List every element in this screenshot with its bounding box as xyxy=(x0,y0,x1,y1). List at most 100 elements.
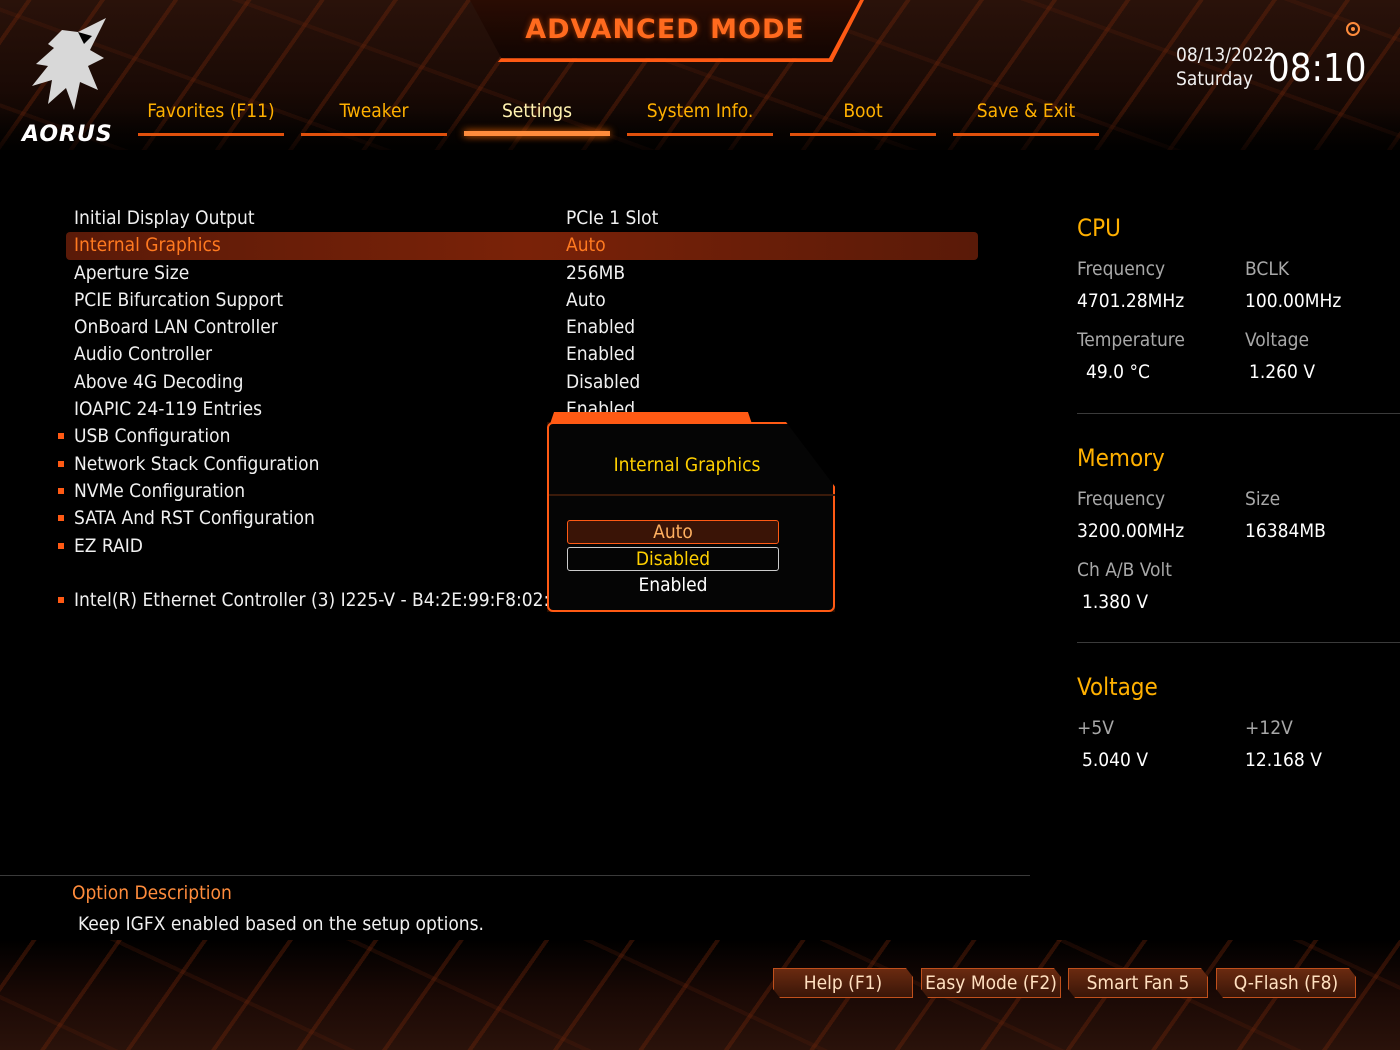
setting-row-audio-controller[interactable]: Audio Controller Enabled xyxy=(66,341,978,368)
submenu-nvme-configuration[interactable]: NVMe Configuration xyxy=(58,478,978,505)
page-title: ADVANCED MODE xyxy=(525,14,805,45)
setting-label: IOAPIC 24-119 Entries xyxy=(74,398,263,421)
setting-value[interactable]: 256MB xyxy=(566,262,625,284)
tab-underline xyxy=(627,133,773,136)
setting-row-pcie-bifurcation[interactable]: PCIE Bifurcation Support Auto xyxy=(66,287,978,314)
tab-underline xyxy=(464,131,610,136)
setting-label: Above 4G Decoding xyxy=(74,370,244,393)
submenu-ez-raid[interactable]: EZ RAID xyxy=(58,533,978,560)
hardware-monitor: CPU Frequency BCLK 4701.28MHz 100.00MHz … xyxy=(1077,210,1400,789)
aorus-logo-text: AORUS xyxy=(22,122,113,147)
option-enabled[interactable]: Enabled xyxy=(567,574,779,598)
tab-tweaker[interactable]: Tweaker xyxy=(301,98,447,136)
memory-frequency-value: 3200.00MHz xyxy=(1077,520,1185,542)
cpu-bclk-value: 100.00MHz xyxy=(1245,290,1342,312)
settings-list: Initial Display Output PCIe 1 Slot Intern… xyxy=(58,205,978,614)
setting-row-onboard-lan[interactable]: OnBoard LAN Controller Enabled xyxy=(66,314,978,341)
memory-section: Memory Frequency Size 3200.00MHz 16384MB… xyxy=(1077,440,1400,669)
cpu-title: CPU xyxy=(1077,214,1121,242)
tab-save-exit[interactable]: Save & Exit xyxy=(953,98,1099,136)
setting-row-internal-graphics[interactable]: Internal Graphics Auto xyxy=(66,232,978,260)
setting-label: Internal Graphics xyxy=(74,234,221,257)
submenu-bullet-icon xyxy=(58,460,64,467)
setting-value[interactable]: Auto xyxy=(566,234,606,256)
submenu-label: Intel(R) Ethernet Controller (3) I225-V … xyxy=(74,589,572,612)
date-display: 08/13/2022 xyxy=(1176,44,1275,66)
cpu-frequency-label: Frequency xyxy=(1077,258,1166,280)
tab-label: Tweaker xyxy=(339,100,409,122)
cpu-voltage-label: Voltage xyxy=(1245,329,1309,351)
memory-frequency-label: Frequency xyxy=(1077,488,1166,510)
submenu-bullet-icon xyxy=(58,515,64,522)
tab-underline xyxy=(301,133,447,136)
voltage-12v-value: 12.168 V xyxy=(1245,749,1322,771)
cpu-temperature-value: 49.0 °C xyxy=(1086,361,1150,383)
memory-volt-value: 1.380 V xyxy=(1082,591,1149,613)
voltage-title: Voltage xyxy=(1077,673,1158,701)
tab-favorites[interactable]: Favorites (F11) xyxy=(138,98,284,136)
setting-value[interactable]: Enabled xyxy=(566,343,635,365)
setting-value[interactable]: Disabled xyxy=(566,371,640,393)
voltage-5v-value: 5.040 V xyxy=(1082,749,1149,771)
setting-value[interactable]: Enabled xyxy=(566,316,635,338)
tab-boot[interactable]: Boot xyxy=(790,98,936,136)
option-description-text: Keep IGFX enabled based on the setup opt… xyxy=(78,913,484,935)
submenu-usb-configuration[interactable]: USB Configuration xyxy=(58,423,978,450)
popup-separator xyxy=(549,494,835,496)
setting-label: Initial Display Output xyxy=(74,207,255,229)
option-auto[interactable]: Auto xyxy=(567,520,779,544)
cpu-temperature-label: Temperature xyxy=(1077,329,1185,351)
tab-label: Boot xyxy=(843,100,883,122)
tab-label: Favorites (F11) xyxy=(147,100,275,122)
q-flash-button[interactable]: Q-Flash (F8) xyxy=(1216,968,1356,998)
setting-label: Audio Controller xyxy=(74,343,213,366)
submenu-bullet-icon xyxy=(58,433,64,440)
voltage-section: Voltage +5V +12V 5.040 V 12.168 V xyxy=(1077,669,1400,789)
voltage-5v-label: +5V xyxy=(1077,717,1114,739)
options-popup: Internal Graphics Auto Disabled Enabled xyxy=(547,422,835,612)
submenu-bullet-icon xyxy=(58,597,64,604)
setting-value[interactable]: Auto xyxy=(566,289,606,311)
time-display: 08:10 xyxy=(1268,46,1367,90)
tab-underline xyxy=(953,133,1099,136)
submenu-label: Network Stack Configuration xyxy=(74,452,320,475)
tab-settings[interactable]: Settings xyxy=(464,98,610,136)
help-button[interactable]: Help (F1) xyxy=(773,968,913,998)
settings-gear-icon[interactable] xyxy=(1346,22,1360,36)
tab-label: System Info. xyxy=(646,100,754,122)
setting-row-ioapic[interactable]: IOAPIC 24-119 Entries Enabled xyxy=(66,396,978,423)
tab-system-info[interactable]: System Info. xyxy=(627,98,773,136)
cpu-separator xyxy=(1077,413,1400,414)
aorus-eagle-logo xyxy=(32,18,106,110)
smart-fan-button[interactable]: Smart Fan 5 (F6) xyxy=(1068,968,1208,998)
submenu-bullet-icon xyxy=(58,487,64,494)
voltage-12v-label: +12V xyxy=(1245,717,1293,739)
submenu-network-stack[interactable]: Network Stack Configuration xyxy=(58,451,978,478)
easy-mode-button[interactable]: Easy Mode (F2) xyxy=(921,968,1061,998)
cpu-voltage-value: 1.260 V xyxy=(1249,361,1316,383)
setting-value[interactable]: PCIe 1 Slot xyxy=(566,207,658,229)
setting-row-aperture-size[interactable]: Aperture Size 256MB xyxy=(66,260,978,287)
option-disabled[interactable]: Disabled xyxy=(567,547,779,571)
setting-label: PCIE Bifurcation Support xyxy=(74,288,284,311)
setting-row-above-4g[interactable]: Above 4G Decoding Disabled xyxy=(66,369,978,396)
tab-label: Save & Exit xyxy=(976,100,1076,122)
cpu-frequency-value: 4701.28MHz xyxy=(1077,290,1185,312)
day-display: Saturday xyxy=(1176,68,1253,90)
submenu-label: EZ RAID xyxy=(74,534,143,557)
submenu-label: USB Configuration xyxy=(74,425,231,448)
cpu-section: CPU Frequency BCLK 4701.28MHz 100.00MHz … xyxy=(1077,210,1400,440)
submenu-intel-ethernet[interactable]: Intel(R) Ethernet Controller (3) I225-V … xyxy=(58,587,978,614)
memory-size-value: 16384MB xyxy=(1245,520,1326,542)
submenu-sata-rst[interactable]: SATA And RST Configuration xyxy=(58,505,978,532)
cpu-bclk-label: BCLK xyxy=(1245,258,1290,280)
tab-label: Settings xyxy=(501,100,573,122)
submenu-bullet-icon xyxy=(58,542,64,549)
submenu-label: SATA And RST Configuration xyxy=(74,507,315,530)
submenu-label: NVMe Configuration xyxy=(74,479,246,502)
setting-row-initial-display-output[interactable]: Initial Display Output PCIe 1 Slot xyxy=(66,205,978,232)
popup-title: Internal Graphics xyxy=(613,454,761,476)
option-description-title: Option Description xyxy=(72,882,232,904)
description-divider xyxy=(0,875,1030,876)
